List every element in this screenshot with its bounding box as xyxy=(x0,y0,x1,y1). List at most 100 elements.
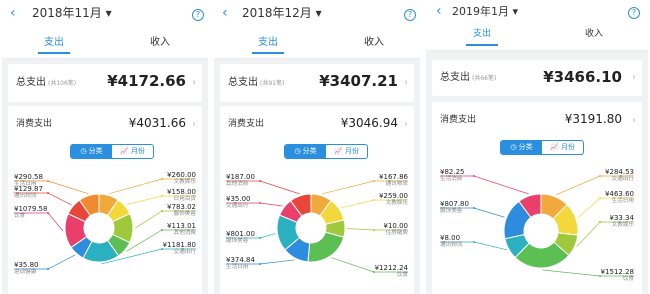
total-expense-row[interactable]: 总支出 (共106笔) ¥4172.66 › xyxy=(8,64,202,102)
leader-dot xyxy=(599,175,601,177)
slice-value: ¥113.01 xyxy=(167,222,196,230)
slice-category: 运动健康 xyxy=(14,269,37,275)
slice-label: ¥113.01 其他消费 xyxy=(167,222,196,237)
slice-category: 生活消费 xyxy=(440,176,463,182)
header: ‹ 2019年1月 ▾ ? xyxy=(426,0,648,24)
leader-dot xyxy=(599,197,601,199)
help-icon[interactable]: ? xyxy=(628,7,640,19)
leader-dot xyxy=(473,241,475,243)
slice-category: 交通出行 xyxy=(226,203,249,209)
help-icon[interactable]: ? xyxy=(192,9,204,21)
tab-expense[interactable]: 支出 xyxy=(452,29,512,46)
slice-category: 服饰美容 xyxy=(226,238,249,244)
slice-value: ¥35.00 xyxy=(226,195,251,203)
slice-label: ¥1212.24 饮食 xyxy=(375,264,408,279)
slice-value: ¥783.02 xyxy=(167,203,196,211)
slice-label: ¥33.34 文教娱乐 xyxy=(610,214,635,229)
tab-income[interactable]: 收入 xyxy=(564,29,624,40)
record-count: (共66笔) xyxy=(472,75,497,82)
slice-label: ¥10.00 住房缴费 xyxy=(384,222,409,237)
screen-dec-2018: ‹ 2018年12月 ▾ ? 支出 收入 总支出 (共91笔) ¥3407.21 … xyxy=(214,0,420,294)
slice-value: ¥1212.24 xyxy=(374,264,408,272)
slice-category: 饮食 xyxy=(14,213,26,219)
back-arrow-icon[interactable]: ‹ xyxy=(10,6,16,20)
tab-expense[interactable]: 支出 xyxy=(238,37,298,54)
tab-income[interactable]: 收入 xyxy=(130,37,190,48)
slice-value: ¥1512.28 xyxy=(600,268,634,276)
slice-label: ¥284.53 交通出行 xyxy=(605,168,634,183)
leader-dot xyxy=(259,237,261,239)
total-expense-row[interactable]: 总支出 (共91笔) ¥3407.21 › xyxy=(220,64,414,102)
slice-label: ¥129.87 通讯物流 xyxy=(14,185,43,200)
total-expense-row[interactable]: 总支出 (共66笔) ¥3466.10 › xyxy=(432,60,642,96)
slice-category: 住房缴费 xyxy=(385,230,408,236)
slice-category: 通讯物流 xyxy=(440,242,463,248)
leader-dot xyxy=(259,202,261,204)
month-selector[interactable]: 2019年1月 ▾ xyxy=(452,5,518,18)
consumption-card: 消费支出 ¥3191.80 › ◷ 分类 📈 月份 ¥82.25 生活消费 ¥807… xyxy=(432,102,642,294)
leader-dot xyxy=(161,210,163,212)
leader-dot xyxy=(373,229,375,231)
header: ‹ 2018年11月 ▾ ? xyxy=(2,0,208,30)
slice-category: 日用百货 xyxy=(173,196,196,202)
slice-value: ¥290.58 xyxy=(14,173,43,181)
tab-bar: 支出 收入 xyxy=(214,30,420,59)
slice-category: 服饰美容 xyxy=(173,211,196,217)
screen-nov-2018: ‹ 2018年11月 ▾ ? 支出 收入 总支出 (共106笔) ¥4172.66… xyxy=(2,0,208,294)
slice-value: ¥284.53 xyxy=(605,168,634,176)
slice-value: ¥82.25 xyxy=(440,168,465,176)
slice-category: 饮食 xyxy=(622,276,634,282)
slice-category: 生活日用 xyxy=(226,264,249,270)
slice-label: ¥374.84 生活日用 xyxy=(226,256,255,271)
slice-label: ¥807.80 服饰美容 xyxy=(440,200,469,215)
tab-expense[interactable]: 支出 xyxy=(24,37,84,54)
leader-dot xyxy=(473,207,475,209)
slice-label: ¥35.80 运动健康 xyxy=(14,261,39,276)
slice-value: ¥1079.58 xyxy=(14,205,48,213)
total-expense-label: 总支出 (共106笔) xyxy=(16,77,77,88)
slice-label: ¥187.00 其他消费 xyxy=(226,173,255,188)
slice-category: 生活日用 xyxy=(611,198,634,204)
leader-dot xyxy=(47,192,49,194)
leader-dot xyxy=(161,229,163,231)
slice-category: 交通出行 xyxy=(611,176,634,182)
slice-label: ¥801.00 服饰美容 xyxy=(226,230,255,245)
total-expense-label: 总支出 (共91笔) xyxy=(228,77,285,88)
donut-slice-4[interactable] xyxy=(307,231,345,263)
slice-label: ¥1181.80 交通出行 xyxy=(163,241,196,256)
consumption-card: 消费支出 ¥4031.66 › ◷ 分类 📈 月份 ¥290.58 生活日用 ¥12… xyxy=(8,106,202,294)
month-selector[interactable]: 2018年12月 ▾ xyxy=(242,7,322,20)
leader-dot xyxy=(47,268,49,270)
slice-value: ¥1181.80 xyxy=(162,241,196,249)
slice-label: ¥35.00 交通出行 xyxy=(226,195,251,210)
tab-bar: 支出 收入 xyxy=(426,24,648,51)
back-arrow-icon[interactable]: ‹ xyxy=(436,4,442,18)
record-count: (共106笔) xyxy=(48,80,77,87)
slice-category: 其他消费 xyxy=(226,181,249,187)
back-arrow-icon[interactable]: ‹ xyxy=(222,6,228,20)
slice-label: ¥1079.58 饮食 xyxy=(14,205,47,220)
month-selector[interactable]: 2018年11月 ▾ xyxy=(32,7,112,20)
slice-label: ¥463.60 生活日用 xyxy=(605,190,634,205)
tab-income[interactable]: 收入 xyxy=(344,37,404,48)
leader-dot xyxy=(47,180,49,182)
slice-value: ¥260.00 xyxy=(167,171,196,179)
slice-label: ¥783.02 服饰美容 xyxy=(167,203,196,218)
slice-value: ¥158.00 xyxy=(167,188,196,196)
leader-dot xyxy=(161,178,163,180)
leader-dot xyxy=(599,221,601,223)
leader-dot xyxy=(259,263,261,265)
slice-value: ¥801.00 xyxy=(226,230,255,238)
total-expense-value: ¥3466.10 xyxy=(543,68,622,86)
slice-category: 文教娱乐 xyxy=(173,179,196,185)
leader-dot xyxy=(473,175,475,177)
chevron-right-icon: › xyxy=(632,72,636,83)
screen-jan-2019: ‹ 2019年1月 ▾ ? 支出 收入 总支出 (共66笔) ¥3466.10 ›… xyxy=(426,0,648,294)
slice-category: 文教娱乐 xyxy=(385,200,408,206)
header: ‹ 2018年12月 ▾ ? xyxy=(214,0,420,30)
slice-category: 交通出行 xyxy=(173,249,196,255)
help-icon[interactable]: ? xyxy=(404,9,416,21)
slice-value: ¥374.84 xyxy=(226,256,255,264)
slice-value: ¥259.00 xyxy=(379,192,408,200)
slice-label: ¥8.00 通讯物流 xyxy=(440,234,462,249)
